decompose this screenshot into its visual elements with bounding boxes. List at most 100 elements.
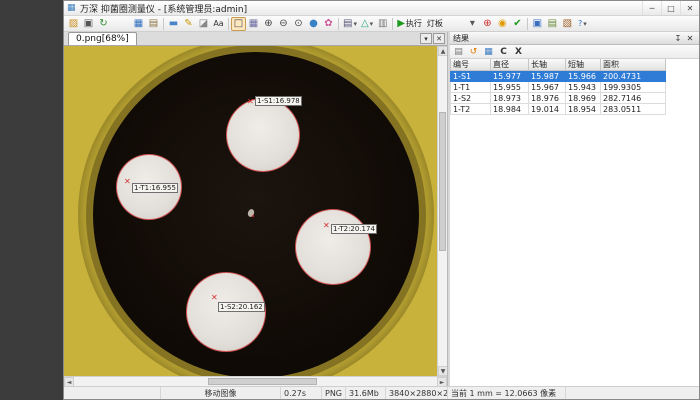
table-cell: 1-T1: [451, 82, 491, 93]
table-cell: 19.014: [529, 104, 566, 115]
batch-process-icon[interactable]: ↻: [96, 17, 111, 31]
run-button-label: 执行: [406, 17, 422, 31]
light-panel-button[interactable]: 灯板: [424, 17, 445, 31]
pin-icon[interactable]: ↧: [672, 33, 684, 44]
dropdown-caret: ▾: [470, 17, 475, 31]
chevron-down-icon: ▾: [583, 17, 587, 31]
window-icon[interactable]: ▣: [530, 17, 545, 31]
table-cell: 282.7146: [601, 93, 666, 104]
panel-close-icon[interactable]: ✕: [684, 33, 696, 44]
crop-icon: ▬: [169, 17, 178, 31]
refresh-icon[interactable]: ↺: [467, 46, 480, 58]
hscroll-thumb[interactable]: [208, 378, 317, 385]
table-row[interactable]: 1-T115.95515.96715.943199.9305: [451, 82, 666, 93]
zone-measurement-label: 1-T1:16.955: [132, 183, 178, 193]
measure-icon[interactable]: △▾: [359, 17, 375, 31]
table-cell: 18.969: [566, 93, 601, 104]
select-tool-icon[interactable]: □: [231, 17, 246, 31]
status-bar: 移动图像 0.27s PNG 31.6Mb 3840×2880×24 当前 1 …: [64, 386, 699, 399]
camera-icon[interactable]: ▣: [81, 17, 96, 31]
results-panel-title: 结果: [453, 33, 469, 44]
chart-icon[interactable]: ▦: [482, 46, 495, 58]
results-panel: 结果 ↧ ✕ ▤↺▦CX 编号直径长轴短轴面积1-S115.97715.9871…: [450, 32, 699, 386]
zoom-in-icon[interactable]: ⊕: [261, 17, 276, 31]
app-icon: ▦: [67, 3, 77, 13]
dropdown-caret[interactable]: ▾: [465, 17, 480, 31]
results-table[interactable]: 编号直径长轴短轴面积1-S115.97715.98715.966200.4731…: [450, 59, 666, 115]
column-header[interactable]: 直径: [491, 59, 529, 71]
window-title: 万深 抑菌圈测量仪 - [系统管理员:admin]: [80, 2, 247, 15]
save-icon[interactable]: ▦: [131, 17, 146, 31]
report-icon[interactable]: ▤: [146, 17, 161, 31]
table-row[interactable]: 1-S115.97715.98715.966200.4731: [451, 71, 666, 82]
zone-measurement-label: 1-T2:20.174: [331, 224, 377, 234]
color-analysis-icon[interactable]: ✿: [321, 17, 336, 31]
report-icon: ▤: [149, 17, 158, 31]
export-icon[interactable]: ▤: [452, 46, 465, 58]
measurement-cross-icon: ✕: [211, 294, 218, 302]
vertical-scrollbar[interactable]: ▲ ▼: [437, 46, 447, 376]
measurement-cross-icon: ✕: [247, 98, 254, 106]
tab-strip: 0.png[68%] ▾ ✕: [64, 32, 447, 46]
gallery-icon[interactable]: ▤▾: [341, 17, 359, 31]
toolbar-separator: [527, 18, 528, 30]
minimize-button-icon[interactable]: ─: [642, 1, 661, 15]
table-cell: 200.4731: [601, 71, 666, 82]
confirm-icon: ✔: [513, 17, 521, 31]
vscroll-thumb[interactable]: [439, 112, 446, 252]
toolbar-separator: [338, 18, 339, 30]
open-image-icon[interactable]: ▨: [66, 17, 81, 31]
crop-icon[interactable]: ▬: [166, 17, 181, 31]
zoom-out-icon[interactable]: ⊖: [276, 17, 291, 31]
mask-icon: ▦: [249, 17, 258, 31]
horizontal-scrollbar[interactable]: ◄ ►: [64, 376, 447, 386]
layers-icon[interactable]: ▥: [375, 17, 390, 31]
table-cell: 199.9305: [601, 82, 666, 93]
column-header[interactable]: 短轴: [566, 59, 601, 71]
toolbar-separator: [163, 18, 164, 30]
table-row[interactable]: 1-S218.97318.97618.969282.7146: [451, 93, 666, 104]
snapshot-icon[interactable]: ▧: [560, 17, 575, 31]
zoom-fit-icon: ⊙: [294, 17, 302, 31]
column-header[interactable]: 长轴: [529, 59, 566, 71]
notes-icon[interactable]: ▤: [545, 17, 560, 31]
pencil-icon: ✎: [184, 17, 192, 31]
globe-icon[interactable]: ●: [306, 17, 321, 31]
zone-measurement-label: 1-S1:16.978: [255, 96, 302, 106]
table-cell: 15.966: [566, 71, 601, 82]
font-icon[interactable]: Aa: [211, 17, 226, 31]
inhibition-zone-1-T2: [295, 209, 371, 285]
mask-icon[interactable]: ▦: [246, 17, 261, 31]
calibrate-icon: ◉: [498, 17, 507, 31]
target-icon[interactable]: ⊕: [480, 17, 495, 31]
calibrate-icon[interactable]: ◉: [495, 17, 510, 31]
light-panel-button-label: 灯板: [427, 17, 443, 31]
window-icon: ▣: [533, 17, 542, 31]
tab-close-button[interactable]: ✕: [433, 33, 445, 44]
column-header[interactable]: 编号: [451, 59, 491, 71]
copy-button[interactable]: C: [497, 46, 510, 58]
tab-list-button[interactable]: ▾: [420, 33, 432, 44]
eraser-icon[interactable]: ◪: [196, 17, 211, 31]
toolbar-separator: [228, 18, 229, 30]
confirm-icon[interactable]: ✔: [510, 17, 525, 31]
chevron-down-icon: ▾: [353, 17, 357, 31]
help-icon[interactable]: ?▾: [575, 17, 590, 31]
zoom-fit-icon[interactable]: ⊙: [291, 17, 306, 31]
run-button[interactable]: ▶执行: [395, 17, 424, 31]
column-header[interactable]: 面积: [601, 59, 666, 71]
image-viewport[interactable]: ✕1-S1:16.978✕1-T1:16.955✕1-T2:20.174✕1-S…: [64, 46, 437, 376]
zoom-in-icon: ⊕: [264, 17, 272, 31]
table-cell: 18.976: [529, 93, 566, 104]
color-analysis-icon: ✿: [324, 17, 332, 31]
pencil-icon[interactable]: ✎: [181, 17, 196, 31]
table-row[interactable]: 1-T218.98419.01418.954283.0511: [451, 104, 666, 115]
delete-button[interactable]: X: [512, 46, 525, 58]
close-button-icon[interactable]: ✕: [680, 1, 699, 15]
table-cell: 1-S2: [451, 93, 491, 104]
status-calibration: 当前 1 mm = 12.0663 像素: [448, 387, 566, 399]
tab-image[interactable]: 0.png[68%]: [68, 32, 137, 45]
status-hint: 移动图像: [161, 387, 281, 399]
maximize-button-icon[interactable]: □: [661, 1, 680, 15]
status-empty: [64, 387, 161, 399]
